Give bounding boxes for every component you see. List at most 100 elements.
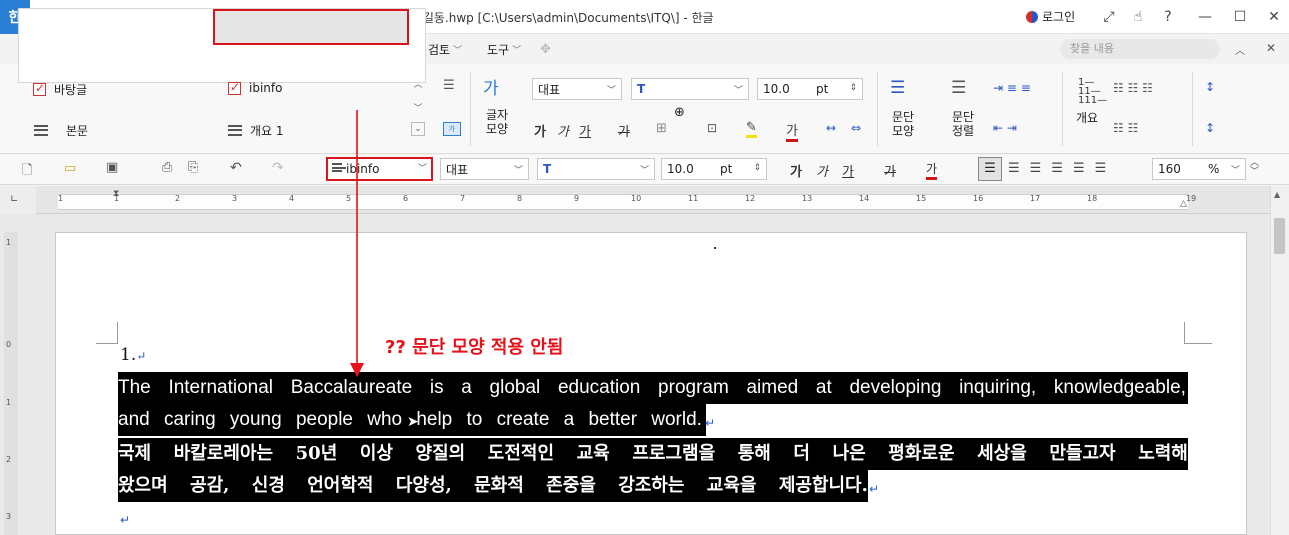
font-language-select[interactable]: 대표 ﹀ (532, 78, 622, 100)
bullet-list-icons[interactable]: ☷ ☷ ☷ (1113, 81, 1153, 95)
ruler-number: 9 (574, 194, 580, 203)
underline-button[interactable]: 가 (579, 121, 591, 140)
number-list-icons[interactable]: ☷ ☷ (1113, 121, 1138, 135)
scroll-up-arrow[interactable]: ▲ (1274, 190, 1280, 199)
print-preview-icon[interactable]: ⎘ (188, 160, 198, 175)
redo-icon[interactable]: ↷ (272, 160, 284, 176)
char-shape-icon[interactable]: 가 (483, 74, 499, 99)
style-item-outline1[interactable]: 개요 1 (228, 122, 284, 139)
font-size-input[interactable]: 10.0 pt ⇕ (757, 78, 863, 100)
word: inquiring, (959, 377, 1037, 398)
collapse-ribbon-icon[interactable]: ︿ (1235, 42, 1245, 57)
underline-button-tb[interactable]: 가 (842, 161, 854, 180)
line-spacing-down-icon[interactable]: ↕ (1205, 121, 1215, 135)
menu-tools-label: 도구 (487, 43, 510, 57)
paragraph-mark-icon: ↵ (120, 513, 131, 527)
chevron-down-icon: ﹀ (733, 86, 743, 96)
bold-button[interactable]: 가 (534, 121, 546, 140)
style-select[interactable]: ibinfo ﹀ (326, 157, 433, 181)
ribbon-divider (470, 72, 471, 146)
font-name-select[interactable]: T ﹀ (631, 78, 749, 100)
minimize-button[interactable]: — (1193, 6, 1217, 28)
font-color-button-tb[interactable]: 가 (926, 160, 938, 180)
menu-review[interactable]: 검토 ﹀ (428, 41, 462, 58)
fullscreen-icon[interactable]: ⤢ (1097, 6, 1121, 28)
outdent-icons[interactable]: ⇤ ⇥ (993, 121, 1017, 135)
style-item-batang[interactable]: 바탕글 (33, 81, 87, 98)
para-shape-icon[interactable]: ☰ (890, 78, 905, 98)
help-icon[interactable]: ? (1156, 6, 1180, 28)
new-document-icon[interactable]: 🗋 (22, 161, 32, 183)
font-color-icon[interactable]: 가 (786, 120, 798, 142)
outline-icon[interactable]: 1— 11— 111— (1078, 78, 1107, 106)
italic-button-tb[interactable]: 가 (816, 161, 828, 180)
bold-button-tb[interactable]: 가 (790, 161, 802, 180)
menu-tools[interactable]: 도구 ﹀ (487, 41, 521, 58)
alignment-buttons[interactable]: ☰☰☰☰☰ (1008, 161, 1116, 176)
puzzle-icon[interactable]: ✥ (540, 42, 551, 57)
vertical-ruler-number: 0 (6, 340, 12, 349)
para-shape-button[interactable]: 문단 모양 (889, 110, 917, 138)
maximize-button[interactable]: ☐ (1228, 6, 1252, 28)
style-item-ibinfo-selected[interactable] (213, 9, 409, 45)
char-grid-icon[interactable]: ⊞ (656, 121, 667, 136)
korean-line-2[interactable]: 왔으며 공감, 신경 언어학적 다양성, 문화적 존중을 강조하는 교육을 제공합니다. (118, 470, 868, 502)
zoom-stepper[interactable]: ︿ ﹀ (1250, 159, 1259, 177)
ruler-number: 6 (403, 194, 409, 203)
italic-button[interactable]: 가 (557, 121, 569, 140)
hancom-account-icon (1026, 10, 1038, 23)
mouse-cursor-icon: ➤ (407, 414, 419, 430)
ruler-number: 3 (232, 194, 238, 203)
vertical-ruler-number: 3 (6, 512, 12, 521)
save-icon[interactable]: ▣ (106, 160, 118, 175)
word: a (461, 377, 472, 398)
char-width-icon[interactable]: ⇔ (851, 121, 861, 135)
indent-marker-icon[interactable]: ⧗ (113, 189, 119, 199)
char-shape-button[interactable]: 글자 모양 (484, 108, 510, 136)
style-item-ibinfo[interactable]: ibinfo (228, 80, 282, 95)
char-spacing-icon[interactable]: ↔ (826, 121, 836, 135)
style-edit-icon[interactable]: ☰ (443, 78, 455, 93)
right-indent-marker-icon[interactable]: △ (1180, 199, 1187, 209)
strikethrough-button-tb[interactable]: 가 (884, 161, 896, 180)
line-spacing-up-icon[interactable]: ↕ (1205, 80, 1215, 94)
close-button[interactable]: ✕ (1262, 6, 1286, 28)
undo-icon[interactable]: ↶ (230, 160, 242, 176)
align-justify-button[interactable]: ☰ (978, 157, 1002, 181)
open-folder-icon[interactable]: ▭ (64, 161, 76, 176)
close-document-icon[interactable]: ✕ (1266, 41, 1276, 55)
annotation-note: ?? 문단 모양 적용 안됨 (385, 337, 564, 358)
char-border-icon[interactable]: ⊡ (707, 121, 717, 135)
word: 강조하는 (618, 475, 685, 496)
english-line-1[interactable]: The International Baccalaureate is a global ed… (118, 372, 1188, 404)
scrollbar-thumb[interactable] (1274, 218, 1285, 254)
para-align-button[interactable]: 문단 정렬 (948, 110, 978, 138)
word: people (295, 409, 353, 430)
zoom-input[interactable]: 160% ﹀ (1152, 158, 1246, 180)
truetype-font-icon: T (637, 82, 646, 96)
style-item-body[interactable]: 본문 (34, 122, 88, 139)
font-name-select-tb[interactable]: T ﹀ (537, 158, 655, 180)
outline-button[interactable]: 개요 (1076, 111, 1098, 125)
gallery-expand[interactable]: ⌄ (411, 122, 425, 136)
para-align-icon[interactable]: ☰ (951, 78, 966, 98)
hand-pointer-icon[interactable]: ☝ (1126, 6, 1150, 28)
print-icon[interactable]: ⎙ (162, 160, 172, 175)
login-button[interactable]: 로그인 (1026, 8, 1075, 25)
gallery-scroll-up[interactable]: ︿ (411, 74, 425, 92)
word: create (496, 409, 550, 430)
font-size-input-tb[interactable]: 10.0 pt ⇕ (661, 158, 767, 180)
strikethrough-button[interactable]: 가 (618, 121, 630, 140)
vertical-ruler[interactable] (4, 232, 18, 535)
highlight-color-icon[interactable]: ✎ (746, 120, 757, 138)
style-apply-icon[interactable]: 가 (443, 122, 461, 136)
search-input[interactable]: 찾을 내용 (1060, 39, 1220, 59)
word: International (168, 377, 274, 398)
tab-type-icon[interactable]: ∟ (10, 194, 18, 205)
ruler-number: 13 (802, 194, 813, 203)
font-language-select-tb[interactable]: 대표 ﹀ (440, 158, 529, 180)
gallery-scroll-down[interactable]: ﹀ (411, 98, 425, 116)
indent-icons[interactable]: ⇥ ≡ ≡ (993, 81, 1031, 95)
word: 프로그램을 (632, 443, 716, 464)
korean-line-1[interactable]: 국제 바칼로레아는 50년 이상 양질의 도전적인 교육 프로그램을 통해 더 나은 평화로운 세상을 만… (118, 438, 1188, 470)
